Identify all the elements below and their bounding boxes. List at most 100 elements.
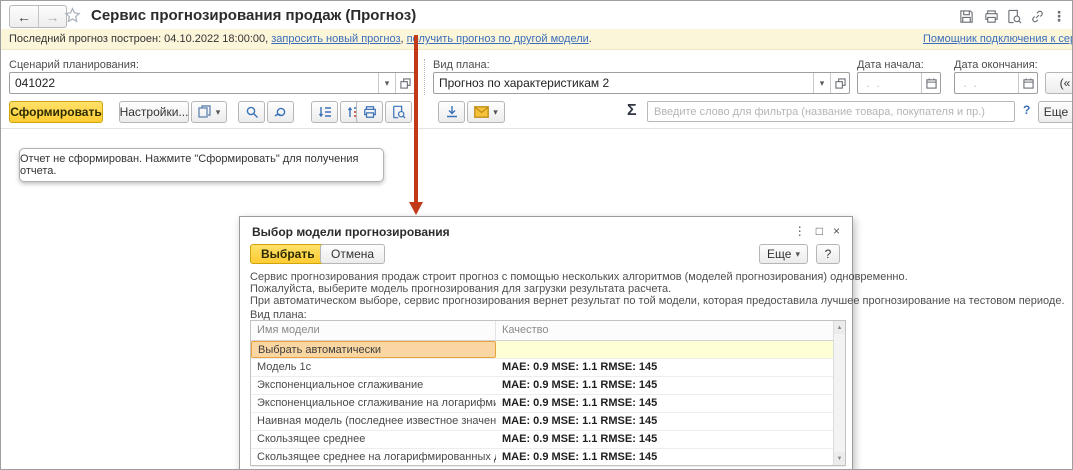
date-start-input[interactable] <box>858 73 921 93</box>
close-icon[interactable]: × <box>833 224 840 238</box>
period-collapse-button[interactable]: (« <box>1045 72 1072 94</box>
model-quality-cell[interactable]: MAE: 0.9 MSE: 1.1 RMSE: 145 <box>496 359 845 376</box>
select-button[interactable]: Выбрать <box>250 244 326 264</box>
date-start-calendar-button[interactable] <box>921 73 940 93</box>
dialog-help-button[interactable]: ? <box>816 244 840 264</box>
calendar-icon <box>1022 77 1034 89</box>
preview-icon <box>392 105 406 119</box>
table-row[interactable]: Модель 1с MAE: 0.9 MSE: 1.1 RMSE: 145 <box>251 359 845 377</box>
history-nav: ← → <box>9 5 67 28</box>
scroll-up-icon[interactable]: ▲ <box>834 321 845 334</box>
model-name-cell[interactable]: Экспоненциальное сглаживание <box>251 377 496 394</box>
cancel-button[interactable]: Отмена <box>320 244 386 264</box>
favorite-star-button[interactable] <box>63 6 81 24</box>
service-connection-helper-link[interactable]: Помощник подключения к сервису <box>923 29 1072 49</box>
separator-text: , <box>400 33 404 45</box>
model-name-cell[interactable]: Модель 1с <box>251 359 496 376</box>
get-link-button[interactable] <box>1028 7 1046 25</box>
model-name-cell[interactable]: Экспоненциальное сглаживание на логарифм… <box>251 395 496 412</box>
date-start-label: Дата начала: <box>857 59 924 71</box>
star-icon <box>63 6 81 23</box>
model-name-cell[interactable]: Скользящее среднее <box>251 431 496 448</box>
more-actions-button[interactable]: Еще <box>1038 101 1072 123</box>
send-email-button[interactable]: ▾ <box>467 101 505 123</box>
last-forecast-text: Последний прогноз построен: 04.10.2022 1… <box>9 33 269 45</box>
annotation-arrow-head <box>409 202 423 215</box>
request-new-forecast-link[interactable]: запросить новый прогноз <box>271 33 400 45</box>
find-button[interactable] <box>238 101 265 123</box>
annotation-arrow-line <box>414 35 418 203</box>
open-icon <box>834 77 846 89</box>
search-icon <box>246 106 258 118</box>
plan-kind-input[interactable] <box>434 73 813 93</box>
table-row[interactable]: Экспоненциальное сглаживание MAE: 0.9 MS… <box>251 377 845 395</box>
model-selection-dialog: Выбор модели прогнозирования ⋮ □ × Выбра… <box>239 216 1065 469</box>
print-preview-button[interactable] <box>385 101 412 123</box>
back-icon: ← <box>17 8 31 25</box>
table-scrollbar[interactable]: ▲ ▼ <box>833 321 845 465</box>
expand-groups-button[interactable] <box>311 101 338 123</box>
table-row[interactable]: Экспоненциальное сглаживание на логарифм… <box>251 395 845 413</box>
dialog-more-icon[interactable]: ⋮ <box>794 224 806 238</box>
model-quality-cell[interactable]: MAE: 0.9 MSE: 1.1 RMSE: 145 <box>496 377 845 394</box>
sum-sigma-icon[interactable]: Σ <box>627 102 637 120</box>
scenario-open-button[interactable] <box>395 73 414 93</box>
model-name-cell[interactable]: Скользящее среднее на логарифмированных … <box>251 449 496 466</box>
preview-icon <box>1007 9 1021 23</box>
model-quality-cell[interactable]: MAE: 0.9 MSE: 1.1 RMSE: 145 <box>496 449 845 466</box>
envelope-icon <box>474 106 490 118</box>
dialog-title: Выбор модели прогнозирования <box>252 225 450 239</box>
model-name-cell[interactable]: Выбрать автоматически <box>251 341 496 358</box>
scenario-dropdown-button[interactable]: ▾ <box>378 73 395 93</box>
table-row[interactable]: Наивная модель (последнее известное знач… <box>251 413 845 431</box>
print-report-button[interactable] <box>356 101 383 123</box>
chevron-down-icon: ▾ <box>215 106 221 117</box>
filter-input[interactable] <box>647 101 1015 122</box>
date-end-field <box>954 72 1038 94</box>
model-quality-cell[interactable]: MAE: 0.9 MSE: 1.1 RMSE: 145 <box>496 431 845 448</box>
cancel-find-button[interactable] <box>267 101 294 123</box>
scenario-label: Сценарий планирования: <box>9 59 139 71</box>
table-row[interactable]: Скользящее среднее MAE: 0.9 MSE: 1.1 RMS… <box>251 431 845 449</box>
save-report-button[interactable] <box>438 101 465 123</box>
field-splitter[interactable] <box>424 59 425 95</box>
get-other-model-link[interactable]: получить прогноз по другой модели <box>407 33 589 45</box>
back-button[interactable]: ← <box>10 6 38 27</box>
scenario-input[interactable] <box>10 73 378 93</box>
period-text: . <box>588 33 592 45</box>
model-table: Имя модели Качество Выбрать автоматическ… <box>250 320 846 467</box>
model-quality-cell[interactable]: MAE: 0.9 MSE: 1.1 RMSE: 145 <box>496 413 845 430</box>
plan-kind-dropdown-button[interactable]: ▾ <box>813 73 830 93</box>
settings-button[interactable]: Настройки... <box>119 101 189 123</box>
preview-button[interactable] <box>1005 7 1023 25</box>
date-end-calendar-button[interactable] <box>1018 73 1037 93</box>
report-variant-icon <box>198 105 211 118</box>
chevron-down-icon: ▾ <box>384 77 390 88</box>
more-commands-button[interactable]: ⋮ <box>1050 7 1068 25</box>
table-row[interactable]: Скользящее среднее на логарифмированных … <box>251 449 845 467</box>
report-variants-button[interactable]: ▾ <box>191 101 227 123</box>
scroll-down-icon[interactable]: ▼ <box>834 452 845 465</box>
maximize-icon[interactable]: □ <box>816 224 823 238</box>
dialog-window-controls: ⋮ □ × <box>794 224 840 238</box>
model-quality-cell[interactable]: MAE: 0.9 MSE: 1.1 RMSE: 145 <box>496 395 845 412</box>
save-button[interactable] <box>957 7 975 25</box>
date-end-input[interactable] <box>955 73 1018 93</box>
scenario-field: ▾ <box>9 72 415 94</box>
plan-kind-open-button[interactable] <box>830 73 849 93</box>
table-row-auto-select[interactable]: Выбрать автоматически <box>251 341 845 359</box>
page-title: Сервис прогнозирования продаж (Прогноз) <box>91 7 417 24</box>
info-text: Последний прогноз построен: 04.10.2022 1… <box>9 29 592 49</box>
column-header-quality[interactable]: Качество <box>496 321 845 340</box>
model-quality-cell[interactable] <box>496 341 845 358</box>
model-name-cell[interactable]: Наивная модель (последнее известное знач… <box>251 413 496 430</box>
print-button[interactable] <box>982 7 1000 25</box>
dialog-description-line3: При автоматическом выборе, сервис прогно… <box>250 295 1065 307</box>
help-button[interactable]: ? <box>1023 103 1030 117</box>
save-icon <box>959 9 973 23</box>
toolbar-separator <box>1 128 1072 129</box>
column-header-model-name[interactable]: Имя модели <box>251 321 496 340</box>
forward-button[interactable]: → <box>38 6 66 27</box>
generate-report-button[interactable]: Сформировать <box>9 101 103 123</box>
dialog-more-button[interactable]: Еще ▾ <box>759 244 808 264</box>
